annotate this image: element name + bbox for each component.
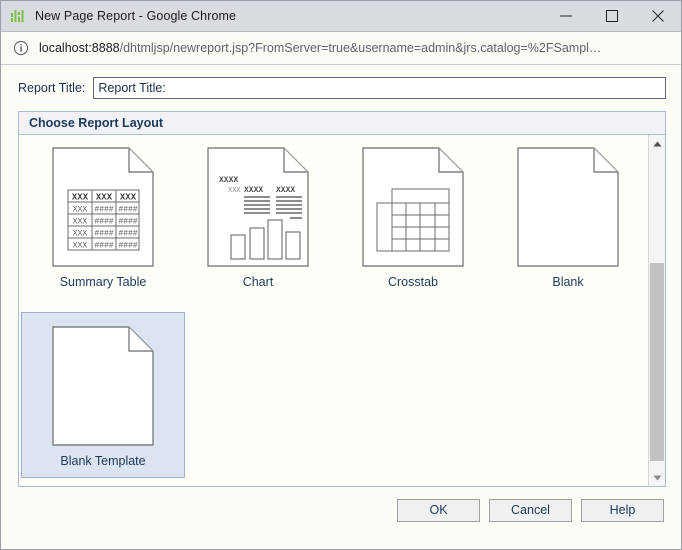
summary-table-page-icon: XXX XXX XXX XXX #### #### XXX #### #### XXX ###… bbox=[51, 146, 155, 268]
help-button[interactable]: Help bbox=[581, 499, 664, 522]
url-bar: localhost:8888/dhtmljsp/newreport.jsp?Fr… bbox=[1, 32, 681, 65]
url-host: localhost:8888 bbox=[39, 41, 120, 55]
layout-option-label: Blank bbox=[552, 275, 583, 289]
url-text: localhost:8888/dhtmljsp/newreport.jsp?Fr… bbox=[39, 41, 601, 55]
svg-text:XXX: XXX bbox=[73, 218, 88, 227]
svg-text:XXX: XXX bbox=[73, 230, 88, 239]
window-title: New Page Report - Google Chrome bbox=[35, 9, 543, 23]
svg-text:XXXX: XXXX bbox=[219, 176, 238, 185]
svg-text:XXX: XXX bbox=[73, 206, 88, 215]
layout-option-blank[interactable]: Blank bbox=[494, 141, 642, 301]
info-circle-icon[interactable] bbox=[13, 40, 29, 56]
crosstab-page-icon bbox=[361, 146, 465, 268]
scroll-up-button[interactable] bbox=[649, 135, 665, 152]
report-title-row: Report Title: bbox=[18, 76, 666, 100]
svg-text:XXX: XXX bbox=[72, 193, 89, 203]
minimize-button[interactable] bbox=[543, 1, 589, 31]
maximize-button[interactable] bbox=[589, 1, 635, 31]
svg-text:XXX: XXX bbox=[120, 193, 137, 203]
dialog-button-row: OK Cancel Help bbox=[397, 499, 664, 522]
scroll-down-arrow-icon bbox=[653, 475, 662, 481]
choose-report-layout-panel: Choose Report Layout bbox=[18, 111, 666, 487]
layout-option-summary-table[interactable]: XXX XXX XXX XXX #### #### XXX #### #### XXX ###… bbox=[29, 141, 177, 301]
page-content: Report Title: Choose Report Layout bbox=[1, 65, 681, 549]
close-button[interactable] bbox=[635, 1, 681, 31]
vertical-scrollbar[interactable] bbox=[648, 135, 665, 486]
svg-text:####: #### bbox=[94, 230, 113, 239]
svg-text:####: #### bbox=[94, 218, 113, 227]
scrollbar-thumb[interactable] bbox=[650, 263, 664, 461]
svg-text:XXX: XXX bbox=[73, 242, 88, 251]
layout-option-crosstab[interactable]: Crosstab bbox=[339, 141, 487, 301]
minimize-icon bbox=[560, 10, 572, 22]
url-path: /dhtmljsp/newreport.jsp?FromServer=true&… bbox=[120, 41, 602, 55]
ok-button[interactable]: OK bbox=[397, 499, 480, 522]
scroll-up-arrow-icon bbox=[653, 141, 662, 147]
cancel-button[interactable]: Cancel bbox=[489, 499, 572, 522]
layout-option-label: Summary Table bbox=[60, 275, 147, 289]
report-title-input[interactable] bbox=[93, 77, 666, 99]
svg-text:XXX: XXX bbox=[228, 187, 241, 195]
scroll-down-button[interactable] bbox=[649, 469, 665, 486]
bar-chart-favicon bbox=[10, 8, 26, 24]
close-icon bbox=[652, 10, 664, 22]
chart-page-icon: XXXX XXX XXXX XXXX bbox=[206, 146, 310, 268]
layout-option-label: Crosstab bbox=[388, 275, 438, 289]
svg-text:XXXX: XXXX bbox=[276, 186, 295, 195]
title-bar: New Page Report - Google Chrome bbox=[1, 1, 681, 32]
blank-page-icon bbox=[516, 146, 620, 268]
svg-text:####: #### bbox=[118, 218, 137, 227]
panel-header: Choose Report Layout bbox=[19, 112, 665, 135]
svg-text:####: #### bbox=[118, 242, 137, 251]
svg-text:XXX: XXX bbox=[96, 193, 113, 203]
layout-options-grid: XXX XXX XXX XXX #### #### XXX #### #### XXX ###… bbox=[19, 135, 648, 486]
maximize-icon bbox=[606, 10, 618, 22]
panel-body: XXX XXX XXX XXX #### #### XXX #### #### XXX ###… bbox=[19, 135, 665, 486]
svg-text:XXXX: XXXX bbox=[244, 186, 263, 195]
svg-text:####: #### bbox=[94, 206, 113, 215]
layout-option-label: Chart bbox=[243, 275, 274, 289]
layout-option-label: Blank Template bbox=[60, 454, 145, 468]
layout-option-chart[interactable]: XXXX XXX XXXX XXXX bbox=[184, 141, 332, 301]
svg-text:####: #### bbox=[118, 206, 137, 215]
report-title-label: Report Title: bbox=[18, 81, 85, 95]
blank-template-page-icon bbox=[51, 325, 155, 447]
chrome-window: New Page Report - Google Chrome localhos… bbox=[0, 0, 682, 550]
svg-text:####: #### bbox=[118, 230, 137, 239]
svg-text:####: #### bbox=[94, 242, 113, 251]
layout-option-blank-template[interactable]: Blank Template bbox=[21, 312, 185, 478]
